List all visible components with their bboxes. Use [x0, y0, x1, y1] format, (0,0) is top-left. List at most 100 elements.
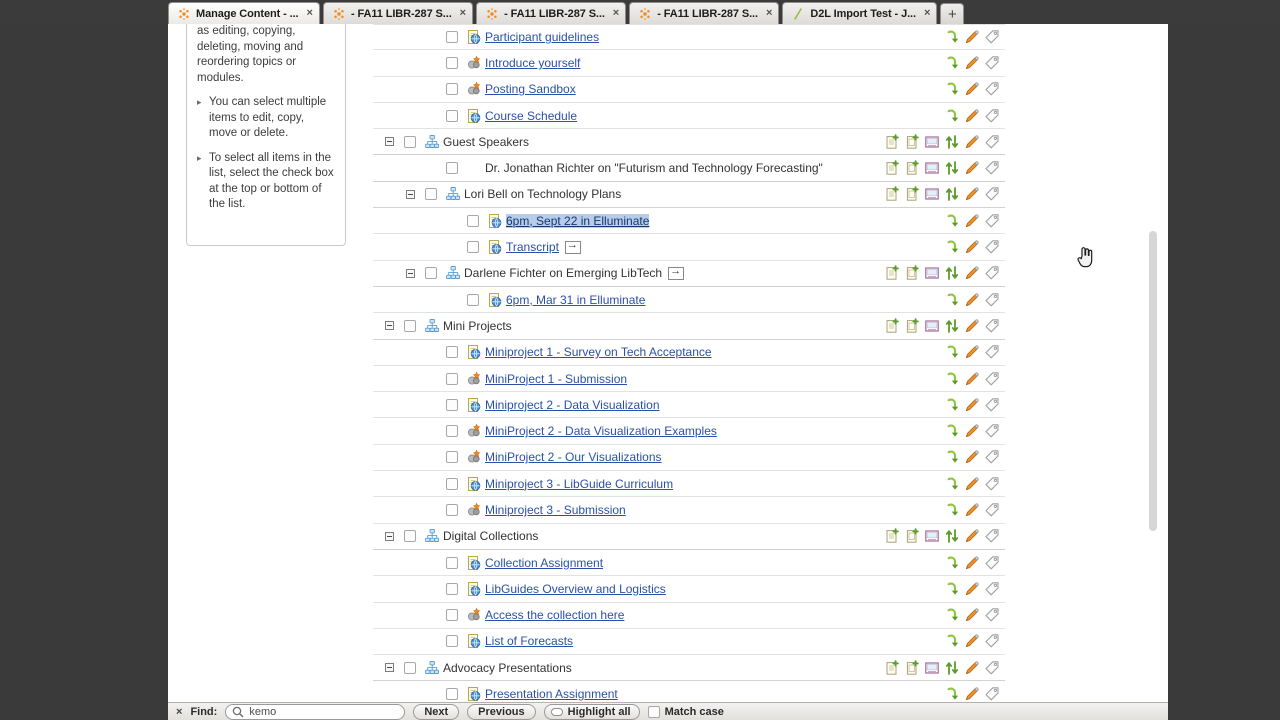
row-checkbox[interactable] [446, 398, 458, 411]
module-row[interactable]: Dr. Jonathan Richter on "Futurism and Te… [373, 155, 1005, 182]
edit-pencil-icon[interactable] [964, 160, 980, 176]
edit-pencil-icon[interactable] [964, 265, 980, 281]
move-down-icon[interactable] [944, 344, 960, 360]
tag-icon[interactable] [984, 265, 1000, 281]
move-down-icon[interactable] [944, 449, 960, 465]
edit-pencil-icon[interactable] [964, 555, 980, 571]
highlight-all-toggle[interactable]: Highlight all [543, 703, 640, 720]
row-checkbox-cell[interactable] [462, 214, 484, 227]
row-title[interactable]: 6pm, Sept 22 in Elluminate [506, 213, 650, 228]
expand-collapse-cell[interactable] [379, 663, 399, 673]
row-checkbox-cell[interactable] [441, 162, 463, 175]
row-checkbox-cell[interactable] [441, 56, 463, 69]
browser-tab-0[interactable]: Manage Content - ... × [168, 2, 320, 24]
import-icon[interactable] [924, 660, 940, 676]
row-checkbox[interactable] [467, 293, 479, 306]
match-case-checkbox[interactable]: Match case [647, 705, 724, 718]
tag-icon[interactable] [984, 660, 1000, 676]
row-title[interactable]: Presentation Assignment [485, 687, 618, 701]
collapse-toggle-icon[interactable] [384, 531, 394, 541]
edit-pencil-icon[interactable] [964, 213, 980, 229]
tag-icon[interactable] [984, 292, 1000, 308]
edit-pencil-icon[interactable] [964, 134, 980, 150]
row-title[interactable]: List of Forecasts [485, 634, 573, 648]
row-checkbox[interactable] [404, 530, 416, 543]
find-previous-button[interactable]: Previous [467, 703, 536, 720]
row-checkbox-cell[interactable] [441, 582, 463, 595]
edit-pencil-icon[interactable] [964, 449, 980, 465]
topic-row[interactable]: LibGuides Overview and Logistics [373, 576, 1005, 603]
collapse-toggle-icon[interactable] [384, 137, 394, 147]
row-checkbox[interactable] [446, 31, 458, 44]
row-title[interactable]: MiniProject 2 - Our Visualizations [485, 450, 662, 464]
row-title[interactable]: LibGuides Overview and Logistics [485, 582, 666, 596]
module-row[interactable]: Mini Projects [373, 313, 1005, 340]
module-row[interactable]: Lori Bell on Technology Plans [373, 182, 1005, 209]
tag-icon[interactable] [984, 581, 1000, 597]
expand-collapse-cell[interactable] [379, 531, 399, 541]
new-page-icon[interactable] [884, 660, 900, 676]
tag-icon[interactable] [984, 55, 1000, 71]
row-checkbox[interactable] [446, 56, 458, 69]
row-checkbox-cell[interactable] [441, 372, 463, 385]
row-checkbox[interactable] [446, 346, 458, 359]
move-down-icon[interactable] [944, 607, 960, 623]
tag-icon[interactable] [984, 186, 1000, 202]
row-checkbox-cell[interactable] [441, 109, 463, 122]
row-title[interactable]: Transcript [506, 240, 559, 254]
tag-icon[interactable] [984, 160, 1000, 176]
reorder-icon[interactable] [944, 660, 960, 676]
new-page-icon[interactable] [884, 318, 900, 334]
new-file-icon[interactable] [904, 186, 920, 202]
topic-row[interactable]: Miniproject 3 - LibGuide Curriculum [373, 471, 1005, 498]
move-down-icon[interactable] [944, 108, 960, 124]
external-link-arrow-icon[interactable] [668, 265, 685, 280]
import-icon[interactable] [924, 186, 940, 202]
row-checkbox[interactable] [446, 582, 458, 595]
module-row[interactable]: Advocacy Presentations [373, 655, 1005, 682]
row-checkbox[interactable] [425, 188, 437, 201]
row-title[interactable]: Participant guidelines [485, 30, 599, 44]
find-input[interactable]: kemo [225, 703, 406, 720]
reorder-icon[interactable] [944, 134, 960, 150]
row-title[interactable]: Miniproject 1 - Survey on Tech Acceptanc… [485, 345, 712, 359]
edit-pencil-icon[interactable] [964, 29, 980, 45]
row-checkbox[interactable] [404, 661, 416, 674]
tag-icon[interactable] [984, 239, 1000, 255]
browser-tab-2[interactable]: - FA11 LIBR-287 S... × [476, 2, 627, 24]
topic-row[interactable]: Posting Sandbox [373, 77, 1005, 103]
tag-icon[interactable] [984, 371, 1000, 387]
row-checkbox[interactable] [446, 688, 458, 701]
tag-icon[interactable] [984, 607, 1000, 623]
new-tab-button[interactable]: + [940, 3, 965, 24]
row-checkbox-cell[interactable] [441, 31, 463, 44]
expand-collapse-cell[interactable] [379, 137, 399, 147]
new-page-icon[interactable] [884, 528, 900, 544]
tab-close-icon[interactable]: × [307, 8, 313, 19]
expand-collapse-cell[interactable] [400, 189, 420, 199]
topic-row[interactable]: Collection Assignment [373, 550, 1005, 577]
row-checkbox-cell[interactable] [441, 688, 463, 701]
row-checkbox-cell[interactable] [441, 556, 463, 569]
move-down-icon[interactable] [944, 555, 960, 571]
edit-pencil-icon[interactable] [964, 186, 980, 202]
edit-pencil-icon[interactable] [964, 344, 980, 360]
move-down-icon[interactable] [944, 29, 960, 45]
edit-pencil-icon[interactable] [964, 397, 980, 413]
edit-pencil-icon[interactable] [964, 318, 980, 334]
row-checkbox[interactable] [446, 477, 458, 490]
new-page-icon[interactable] [884, 186, 900, 202]
tag-icon[interactable] [984, 108, 1000, 124]
row-title[interactable]: Collection Assignment [485, 556, 603, 570]
edit-pencil-icon[interactable] [964, 55, 980, 71]
edit-pencil-icon[interactable] [964, 607, 980, 623]
row-checkbox[interactable] [467, 214, 479, 227]
import-icon[interactable] [924, 134, 940, 150]
row-checkbox[interactable] [446, 503, 458, 516]
browser-tab-4[interactable]: D2L Import Test - J... × [782, 2, 938, 24]
topic-row[interactable]: Transcript [373, 234, 1005, 261]
collapse-toggle-icon[interactable] [405, 189, 415, 199]
row-checkbox-cell[interactable] [441, 477, 463, 490]
tag-icon[interactable] [984, 555, 1000, 571]
browser-tab-1[interactable]: - FA11 LIBR-287 S... × [322, 2, 474, 24]
